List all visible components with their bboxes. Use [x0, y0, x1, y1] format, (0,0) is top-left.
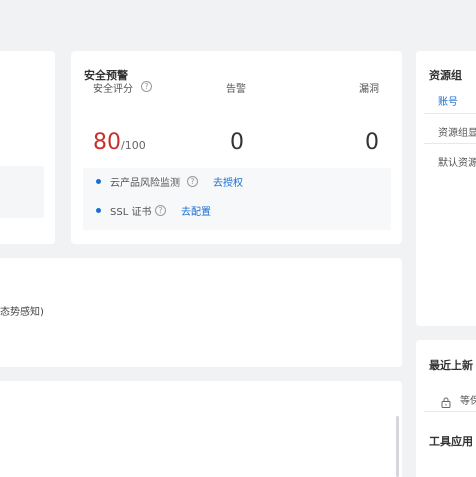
overview-panel	[0, 166, 44, 218]
divider	[424, 113, 476, 114]
recent-updates-card: 最近上新 等保 工具应用	[416, 340, 476, 477]
alarm-label: 告警	[226, 84, 246, 95]
configure-link[interactable]: 去配置	[181, 203, 211, 218]
security-score-label: 安全评分	[93, 84, 133, 95]
recent-item-label[interactable]: 等保	[460, 392, 476, 407]
bullet-dot-icon	[96, 179, 101, 184]
vulnerability-count[interactable]: 0	[365, 132, 379, 154]
bottom-card	[0, 381, 402, 477]
divider	[424, 143, 476, 144]
bullet-dot-icon	[96, 208, 101, 213]
divider	[424, 411, 476, 412]
resource-group-title: 资源组	[429, 69, 462, 82]
security-score-total: /100	[121, 139, 146, 152]
security-score: 80/100	[93, 132, 146, 154]
resource-group-card: 资源组 账号 资源组显 默认资源	[416, 51, 476, 326]
risk-monitor-label: 云产品风险监测	[110, 178, 180, 189]
alarm-count[interactable]: 0	[230, 132, 244, 154]
default-resource-group-item[interactable]: 默认资源	[438, 154, 476, 169]
vulnerability-label: 漏洞	[359, 84, 379, 95]
resource-group-item[interactable]: 资源组显	[438, 124, 476, 139]
ssl-help-icon[interactable]: ?	[155, 205, 166, 216]
authorize-link[interactable]: 去授权	[213, 174, 243, 189]
ssl-cert-label: SSL 证书	[110, 207, 152, 218]
security-actions-panel: 云产品风险监测 ? 去授权 SSL 证书 ? 去配置	[83, 168, 391, 230]
security-warning-card: 安全预警 安全评分 ? 80/100 告警 0 漏洞 0 云产品风险监测 ? 去…	[71, 51, 402, 244]
lock-icon	[441, 397, 451, 408]
situation-awareness-text[interactable]: 态势感知)	[0, 303, 44, 318]
resource-tab-account[interactable]: 账号	[438, 93, 458, 108]
recent-updates-title: 最近上新	[429, 359, 473, 372]
situation-awareness-card: 态势感知)	[0, 258, 402, 367]
overview-card	[0, 51, 55, 244]
score-help-icon[interactable]: ?	[141, 81, 152, 92]
scrollbar[interactable]	[396, 416, 399, 477]
security-score-value: 80	[93, 130, 121, 155]
tools-apps-title: 工具应用	[429, 435, 473, 448]
risk-help-icon[interactable]: ?	[187, 176, 198, 187]
